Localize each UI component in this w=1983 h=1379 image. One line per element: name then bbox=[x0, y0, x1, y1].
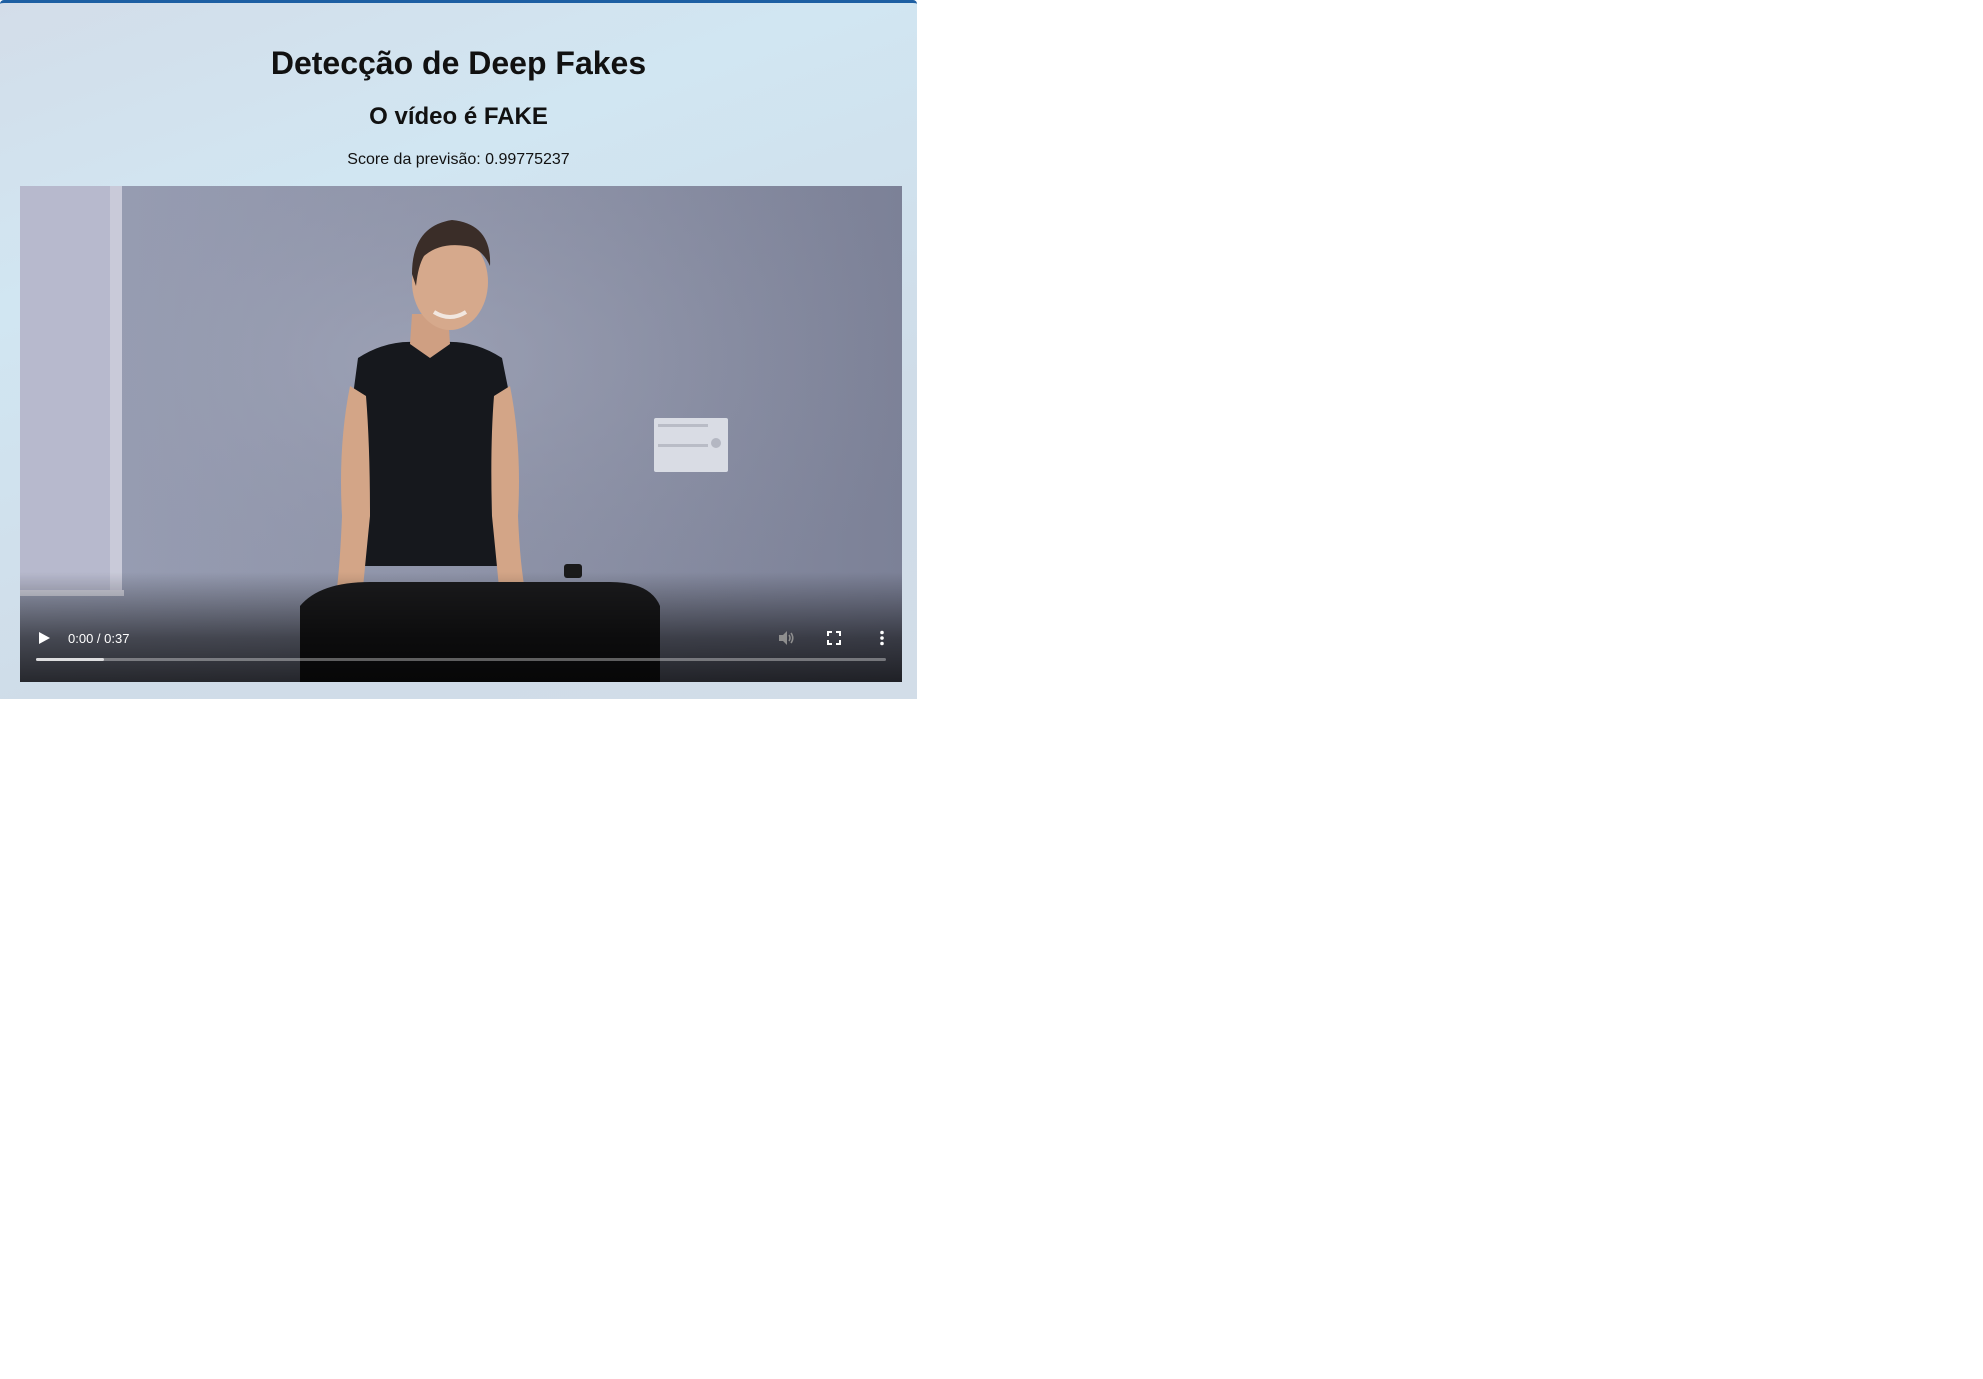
more-vert-icon bbox=[880, 630, 884, 646]
result-card: Detecção de Deep Fakes O vídeo é FAKE Sc… bbox=[0, 0, 917, 699]
play-icon bbox=[39, 632, 50, 644]
prediction-score: Score da previsão: 0.99775237 bbox=[347, 151, 570, 168]
mute-button[interactable] bbox=[774, 626, 798, 650]
fullscreen-icon bbox=[827, 631, 841, 645]
seek-buffered bbox=[36, 658, 104, 661]
more-options-button[interactable] bbox=[870, 626, 894, 650]
volume-icon bbox=[779, 631, 794, 645]
seek-bar[interactable] bbox=[36, 658, 886, 661]
video-time: 0:00 / 0:37 bbox=[68, 630, 130, 646]
page-title: Detecção de Deep Fakes bbox=[270, 45, 647, 81]
fullscreen-button[interactable] bbox=[822, 626, 846, 650]
play-button[interactable] bbox=[32, 626, 56, 650]
controls-overlay bbox=[20, 572, 902, 682]
result-heading: O vídeo é FAKE bbox=[369, 103, 548, 130]
video-player[interactable]: 0:00 / 0:37 bbox=[20, 186, 902, 682]
